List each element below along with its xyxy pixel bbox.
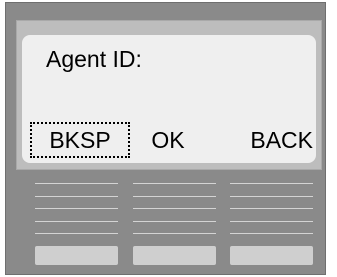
keypad-line [35,196,118,197]
softkey-backspace[interactable]: BKSP [30,122,130,158]
keypad-line [35,183,118,184]
keypad-line [230,208,313,209]
keypad-line [35,221,118,222]
keypad-line [133,233,216,234]
keypad-line [133,221,216,222]
keypad-button-middle[interactable] [133,246,216,265]
keypad-line [35,233,118,234]
keypad-line [230,196,313,197]
keypad-line [133,183,216,184]
keypad-line [35,208,118,209]
keypad-button-left[interactable] [35,246,118,265]
softkey-back[interactable]: BACK [247,122,313,158]
agent-id-prompt: Agent ID: [46,46,142,72]
keypad-line [230,233,313,234]
keypad-line [230,221,313,222]
keypad-line [133,196,216,197]
keypad-line [133,208,216,209]
keypad-line [230,183,313,184]
softkey-ok[interactable]: OK [147,122,189,158]
keypad-button-right[interactable] [230,246,313,265]
